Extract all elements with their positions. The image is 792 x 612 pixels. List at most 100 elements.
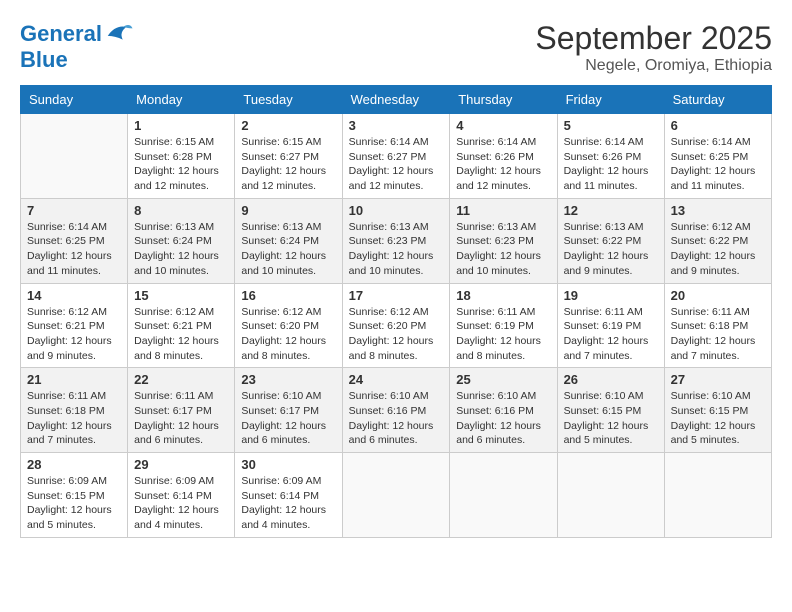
sunset-text: Sunset: 6:17 PM — [134, 404, 228, 419]
calendar-cell: 16 Sunrise: 6:12 AMSunset: 6:20 PMDayligh… — [235, 283, 342, 368]
sunset-text: Sunset: 6:15 PM — [671, 404, 765, 419]
calendar-cell: 23Sunrise: 6:10 AMSunset: 6:17 PMDayligh… — [235, 368, 342, 453]
weekday-header-tuesday: Tuesday — [235, 86, 342, 114]
daylight-text: Daylight: 12 hoursand 12 minutes. — [349, 164, 444, 193]
week-row-2: 7Sunrise: 6:14 AMSunset: 6:25 PMDaylight… — [21, 198, 772, 283]
sunrise-text: Sunrise: 6:12 AM — [349, 305, 444, 320]
sunrise-text: Sunrise: 6:11 AM — [671, 305, 765, 320]
day-number: 30 — [241, 457, 335, 472]
calendar-cell: 4Sunrise: 6:14 AMSunset: 6:26 PMDaylight… — [450, 114, 557, 199]
daylight-text: Daylight: 12 hoursand 8 minutes. — [349, 334, 444, 363]
sunset-text: Sunset: 6:16 PM — [456, 404, 550, 419]
sunrise-text: Sunrise: 6:12 AM — [27, 305, 121, 320]
daylight-text: Daylight: 12 hoursand 8 minutes. — [241, 334, 335, 363]
daylight-text: Daylight: 12 hoursand 4 minutes. — [241, 503, 335, 532]
day-info: Sunrise: 6:12 AMSunset: 6:21 PMDaylight:… — [27, 305, 121, 364]
sunset-text: Sunset: 6:27 PM — [241, 150, 335, 165]
sunrise-text: Sunrise: 6:12 AM — [241, 305, 335, 320]
calendar-cell: 18Sunrise: 6:11 AMSunset: 6:19 PMDayligh… — [450, 283, 557, 368]
calendar-cell: 14Sunrise: 6:12 AMSunset: 6:21 PMDayligh… — [21, 283, 128, 368]
calendar-cell: 6Sunrise: 6:14 AMSunset: 6:25 PMDaylight… — [664, 114, 771, 199]
calendar-table: SundayMondayTuesdayWednesdayThursdayFrid… — [20, 85, 772, 538]
sunrise-text: Sunrise: 6:11 AM — [456, 305, 550, 320]
logo-general: General — [20, 21, 102, 46]
week-row-4: 21Sunrise: 6:11 AMSunset: 6:18 PMDayligh… — [21, 368, 772, 453]
page-header: General Blue September 2025 Negele, Orom… — [20, 20, 772, 75]
sunrise-text: Sunrise: 6:13 AM — [564, 220, 658, 235]
calendar-cell: 30 Sunrise: 6:09 AMSunset: 6:14 PMDayligh… — [235, 453, 342, 538]
day-info: Sunrise: 6:13 AMSunset: 6:24 PMDaylight:… — [241, 220, 335, 279]
week-row-1: 1Sunrise: 6:15 AMSunset: 6:28 PMDaylight… — [21, 114, 772, 199]
sunrise-text: Sunrise: 6:14 AM — [27, 220, 121, 235]
calendar-cell: 25Sunrise: 6:10 AMSunset: 6:16 PMDayligh… — [450, 368, 557, 453]
calendar-cell: 1Sunrise: 6:15 AMSunset: 6:28 PMDaylight… — [128, 114, 235, 199]
sunrise-text: Sunrise: 6:15 AM — [134, 135, 228, 150]
weekday-header-thursday: Thursday — [450, 86, 557, 114]
daylight-text: Daylight: 12 hoursand 9 minutes. — [671, 249, 765, 278]
calendar-cell: 9Sunrise: 6:13 AMSunset: 6:24 PMDaylight… — [235, 198, 342, 283]
day-info: Sunrise: 6:11 AMSunset: 6:19 PMDaylight:… — [456, 305, 550, 364]
day-info: Sunrise: 6:11 AMSunset: 6:18 PMDaylight:… — [671, 305, 765, 364]
day-info: Sunrise: 6:14 AMSunset: 6:27 PMDaylight:… — [349, 135, 444, 194]
sunset-text: Sunset: 6:18 PM — [27, 404, 121, 419]
sunset-text: Sunset: 6:26 PM — [564, 150, 658, 165]
calendar-cell: 3 Sunrise: 6:14 AMSunset: 6:27 PMDaylight… — [342, 114, 450, 199]
daylight-text: Daylight: 12 hoursand 11 minutes. — [671, 164, 765, 193]
day-number: 29 — [134, 457, 228, 472]
sunrise-text: Sunrise: 6:14 AM — [349, 135, 444, 150]
day-number: 17 — [349, 288, 444, 303]
sunset-text: Sunset: 6:21 PM — [27, 319, 121, 334]
day-info: Sunrise: 6:13 AMSunset: 6:24 PMDaylight:… — [134, 220, 228, 279]
day-number: 24 — [349, 372, 444, 387]
sunset-text: Sunset: 6:15 PM — [564, 404, 658, 419]
sunset-text: Sunset: 6:22 PM — [671, 234, 765, 249]
day-number: 22 — [134, 372, 228, 387]
day-info: Sunrise: 6:10 AMSunset: 6:16 PMDaylight:… — [349, 389, 444, 448]
sunrise-text: Sunrise: 6:14 AM — [456, 135, 550, 150]
day-info: Sunrise: 6:10 AMSunset: 6:15 PMDaylight:… — [671, 389, 765, 448]
day-info: Sunrise: 6:09 AMSunset: 6:14 PMDaylight:… — [241, 474, 335, 533]
sunrise-text: Sunrise: 6:15 AM — [241, 135, 335, 150]
day-number: 13 — [671, 203, 765, 218]
calendar-cell: 27Sunrise: 6:10 AMSunset: 6:15 PMDayligh… — [664, 368, 771, 453]
sunrise-text: Sunrise: 6:12 AM — [134, 305, 228, 320]
daylight-text: Daylight: 12 hoursand 6 minutes. — [456, 419, 550, 448]
calendar-cell: 22 Sunrise: 6:11 AMSunset: 6:17 PMDayligh… — [128, 368, 235, 453]
sunset-text: Sunset: 6:20 PM — [241, 319, 335, 334]
day-number: 19 — [564, 288, 658, 303]
weekday-header-sunday: Sunday — [21, 86, 128, 114]
day-info: Sunrise: 6:09 AMSunset: 6:14 PMDaylight:… — [134, 474, 228, 533]
calendar-cell: 5Sunrise: 6:14 AMSunset: 6:26 PMDaylight… — [557, 114, 664, 199]
day-info: Sunrise: 6:10 AMSunset: 6:15 PMDaylight:… — [564, 389, 658, 448]
sunset-text: Sunset: 6:14 PM — [241, 489, 335, 504]
sunrise-text: Sunrise: 6:13 AM — [134, 220, 228, 235]
sunset-text: Sunset: 6:27 PM — [349, 150, 444, 165]
sunset-text: Sunset: 6:14 PM — [134, 489, 228, 504]
day-info: Sunrise: 6:11 AMSunset: 6:17 PMDaylight:… — [134, 389, 228, 448]
daylight-text: Daylight: 12 hoursand 11 minutes. — [564, 164, 658, 193]
sunset-text: Sunset: 6:22 PM — [564, 234, 658, 249]
daylight-text: Daylight: 12 hoursand 10 minutes. — [241, 249, 335, 278]
day-info: Sunrise: 6:15 AMSunset: 6:27 PMDaylight:… — [241, 135, 335, 194]
calendar-cell: 17 Sunrise: 6:12 AMSunset: 6:20 PMDayligh… — [342, 283, 450, 368]
daylight-text: Daylight: 12 hoursand 7 minutes. — [27, 419, 121, 448]
day-number: 16 — [241, 288, 335, 303]
day-number: 3 — [349, 118, 444, 133]
daylight-text: Daylight: 12 hoursand 6 minutes. — [134, 419, 228, 448]
weekday-header-monday: Monday — [128, 86, 235, 114]
day-info: Sunrise: 6:12 AMSunset: 6:20 PMDaylight:… — [349, 305, 444, 364]
daylight-text: Daylight: 12 hoursand 10 minutes. — [134, 249, 228, 278]
calendar-cell — [450, 453, 557, 538]
sunset-text: Sunset: 6:24 PM — [134, 234, 228, 249]
day-info: Sunrise: 6:13 AMSunset: 6:23 PMDaylight:… — [456, 220, 550, 279]
calendar-cell: 29 Sunrise: 6:09 AMSunset: 6:14 PMDayligh… — [128, 453, 235, 538]
week-row-5: 28Sunrise: 6:09 AMSunset: 6:15 PMDayligh… — [21, 453, 772, 538]
daylight-text: Daylight: 12 hoursand 5 minutes. — [27, 503, 121, 532]
calendar-cell: 11Sunrise: 6:13 AMSunset: 6:23 PMDayligh… — [450, 198, 557, 283]
location-subtitle: Negele, Oromiya, Ethiopia — [535, 57, 772, 75]
daylight-text: Daylight: 12 hoursand 7 minutes. — [564, 334, 658, 363]
daylight-text: Daylight: 12 hoursand 12 minutes. — [456, 164, 550, 193]
sunset-text: Sunset: 6:19 PM — [456, 319, 550, 334]
sunset-text: Sunset: 6:18 PM — [671, 319, 765, 334]
daylight-text: Daylight: 12 hoursand 5 minutes. — [671, 419, 765, 448]
